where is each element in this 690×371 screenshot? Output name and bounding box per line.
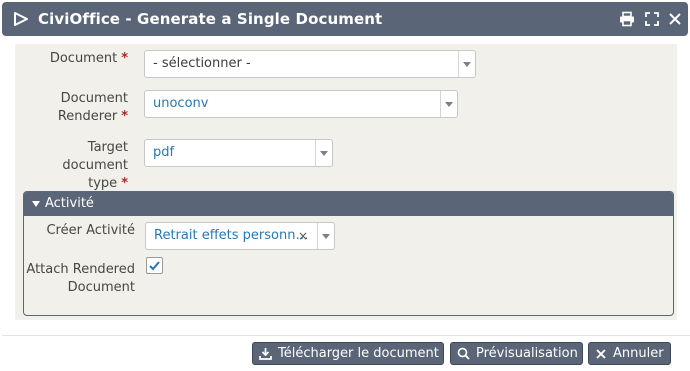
- target-type-label: Target document type *: [19, 139, 128, 193]
- form-panel: Document * - sélectionner - Document Rend…: [15, 44, 677, 320]
- target-type-select-value: pdf: [153, 145, 175, 160]
- activity-section-title: Activité: [45, 196, 94, 211]
- clear-selection-icon[interactable]: ×: [298, 223, 308, 249]
- dialog-titlebar[interactable]: CiviOffice - Generate a Single Document: [2, 2, 688, 36]
- preview-button[interactable]: Prévisualisation: [450, 342, 583, 365]
- search-icon: [457, 347, 470, 360]
- close-icon[interactable]: [667, 11, 683, 27]
- checkmark-icon: [149, 261, 160, 271]
- renderer-select[interactable]: unoconv: [144, 90, 458, 118]
- attach-document-checkbox[interactable]: [146, 257, 163, 274]
- caret-down-icon: [32, 201, 40, 207]
- document-select-value: - sélectionner -: [153, 56, 251, 71]
- dialog-title: CiviOffice - Generate a Single Document: [38, 10, 383, 28]
- document-label: Document *: [25, 50, 128, 68]
- cancel-label: Annuler: [613, 346, 664, 361]
- renderer-label-line2: Renderer: [57, 109, 118, 124]
- maximize-icon[interactable]: [644, 11, 660, 27]
- download-document-label: Télécharger le document: [278, 346, 439, 361]
- required-marker: *: [121, 176, 128, 191]
- create-activity-label: Créer Activité: [46, 223, 135, 238]
- target-type-select[interactable]: pdf: [144, 139, 333, 167]
- chevron-down-icon[interactable]: [317, 223, 334, 249]
- required-marker: *: [121, 109, 128, 124]
- renderer-select-value: unoconv: [153, 96, 209, 111]
- create-activity-select[interactable]: Retrait effets personn… ×: [145, 222, 335, 250]
- cancel-button[interactable]: Annuler: [588, 342, 671, 365]
- chevron-down-icon[interactable]: [315, 140, 332, 166]
- close-icon: [596, 348, 606, 359]
- chevron-down-icon[interactable]: [458, 51, 475, 77]
- renderer-label: Document Renderer *: [25, 90, 128, 126]
- footer-divider: [2, 335, 690, 336]
- document-select[interactable]: - sélectionner -: [144, 50, 476, 78]
- print-icon[interactable]: [619, 11, 635, 27]
- document-label-text: Document: [49, 51, 118, 66]
- attach-document-label-line1: Attach Rendered: [26, 262, 135, 277]
- attach-document-label: Attach Rendered Document: [24, 261, 135, 297]
- create-activity-value: Retrait effets personn…: [154, 228, 309, 243]
- attach-document-label-line2: Document: [67, 280, 135, 295]
- target-type-label-line2: type: [88, 176, 118, 191]
- triangle-icon: [13, 11, 29, 27]
- dialog: CiviOffice - Generate a Single Document …: [2, 2, 690, 369]
- renderer-label-line1: Document: [60, 91, 128, 106]
- required-marker: *: [121, 51, 128, 66]
- download-document-button[interactable]: Télécharger le document: [252, 342, 444, 365]
- activity-section-header[interactable]: Activité: [24, 192, 673, 216]
- preview-label: Prévisualisation: [476, 346, 578, 361]
- chevron-down-icon[interactable]: [440, 91, 457, 117]
- download-icon: [259, 348, 272, 360]
- activity-section: Activité Créer Activité Retrait effets p…: [23, 191, 674, 316]
- target-type-label-line1: Target document: [62, 140, 128, 173]
